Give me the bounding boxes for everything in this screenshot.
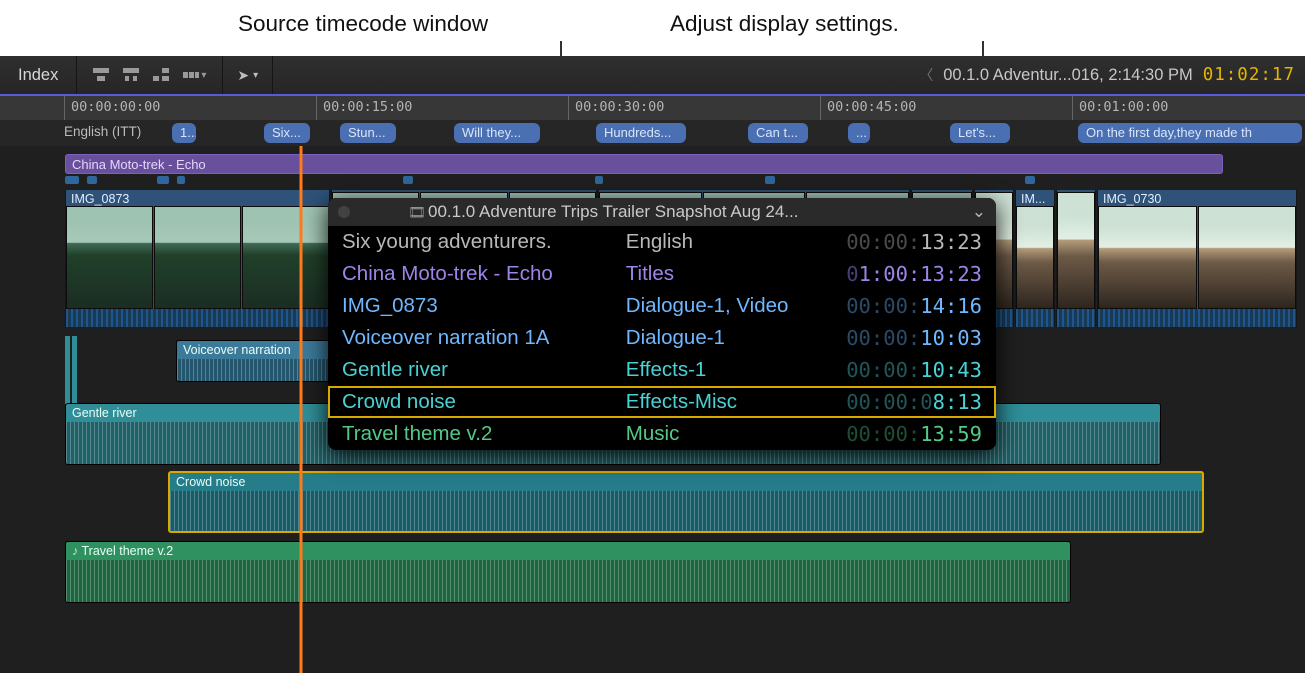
popup-header[interactable]: 🎞 00.1.0 Adventure Trips Trailer Snapsho… [328,198,996,226]
clip-name: Crowd noise [328,386,612,418]
waveform [66,560,1070,602]
waveform [170,491,1202,531]
thumbnail [1016,206,1054,309]
ruler-tick: 00:00:45:00 [820,96,922,120]
timecode-row[interactable]: Gentle riverEffects-100:00:10:43 [328,354,996,386]
timecode-row[interactable]: IMG_0873Dialogue-1, Video00:00:14:16 [328,290,996,322]
popup-title: 00.1.0 Adventure Trips Trailer Snapshot … [428,202,952,222]
clip-label: IMG_0730 [1098,190,1296,206]
video-clip[interactable]: IM... [1015,190,1055,327]
caption-chip[interactable]: Stun... [340,123,396,143]
timeline-toolbar: Index ▾ ➤ ▾ 〈 00.1.0 Adventur...016, 2:1… [0,56,1305,96]
connect-clip-icon[interactable] [93,68,109,82]
waveform [66,309,329,327]
ruler-tick: 00:01:00:00 [1072,96,1174,120]
captions-lane: English (ITT) 1... Six... Stun... Will they… [0,120,1305,146]
caption-chip[interactable]: Will they... [454,123,540,143]
ruler-tick: 00:00:15:00 [316,96,418,120]
role-name: Effects-Misc [612,386,832,418]
timecode-row[interactable]: China Moto-trek - EchoTitles01:00:13:23 [328,258,996,290]
project-timecode[interactable]: 01:02:17 [1203,65,1295,85]
append-clip-icon[interactable] [153,68,169,82]
thumbnail [66,206,153,309]
clip-label: Crowd noise [170,473,1202,491]
thumbnail [1098,206,1197,309]
role-name: Dialogue-1 [612,322,832,354]
video-clip[interactable]: IMG_0730 [1097,190,1297,327]
chevron-down-icon: ▾ [253,70,258,81]
clip-edge [72,336,77,404]
waveform [1016,309,1054,327]
thumbnail [1198,206,1297,309]
close-icon[interactable] [338,206,350,218]
video-clip[interactable]: IMG_0873 [65,190,330,327]
callout-display: Adjust display settings. [670,11,899,37]
role-name: Titles [612,258,832,290]
clip-name: Gentle river [328,354,612,386]
source-timecode-window[interactable]: 🎞 00.1.0 Adventure Trips Trailer Snapsho… [328,198,996,450]
project-name[interactable]: 00.1.0 Adventur...016, 2:14:30 PM [943,66,1193,85]
caption-chip[interactable]: Hundreds... [596,123,686,143]
toolbar-right: 〈 00.1.0 Adventur...016, 2:14:30 PM 01:0… [919,65,1301,85]
callout-source-tc: Source timecode window [238,11,488,37]
role-name: Dialogue-1, Video [612,290,832,322]
clip-name: IMG_0873 [328,290,612,322]
caption-chip[interactable]: 1... [172,123,196,143]
time-ruler[interactable]: 00:00:00:00 00:00:15:00 00:00:30:00 00:00:4… [0,96,1305,120]
source-timecode: 01:00:13:23 [832,258,996,290]
overwrite-clip-icon[interactable]: ▾ [183,68,206,82]
thumbnail [242,206,329,309]
insert-clip-icon[interactable] [123,68,139,82]
prev-project-icon[interactable]: 〈 [919,65,933,85]
waveform [1057,309,1095,327]
pointer-icon: ➤ [237,67,249,84]
clip-edge [65,336,70,404]
playhead[interactable] [300,146,302,673]
caption-chip[interactable]: Six... [264,123,310,143]
role-name: Effects-1 [612,354,832,386]
source-timecode-table: Six young adventurers.English00:00:13:23… [328,226,996,450]
layout-tool-group: ▾ [77,56,223,94]
caption-language: English (ITT) [64,124,141,139]
clip-name: Travel theme v.2 [328,418,612,450]
source-timecode: 00:00:14:16 [832,290,996,322]
clip-label: IMG_0873 [66,190,329,206]
select-tool[interactable]: ➤ ▾ [223,56,273,94]
clip-name: Six young adventurers. [328,226,612,258]
source-timecode: 00:00:08:13 [832,386,996,418]
caption-chip[interactable]: Let's... [950,123,1010,143]
thumbnail [154,206,241,309]
audio-clip-travel-theme[interactable]: ♪ Travel theme v.2 [65,541,1071,603]
index-button[interactable]: Index [0,56,77,94]
roles-strip [65,176,1223,184]
clip-name: China Moto-trek - Echo [328,258,612,290]
ruler-tick: 00:00:00:00 [64,96,166,120]
timecode-row[interactable]: Travel theme v.2Music00:00:13:59 [328,418,996,450]
clip-label: ♪ Travel theme v.2 [66,542,1070,560]
source-timecode: 00:00:13:23 [832,226,996,258]
role-name: English [612,226,832,258]
caption-chip[interactable]: ... [848,123,870,143]
waveform [1098,309,1296,327]
filmstrip-icon: 🎞 [408,204,426,221]
thumbnail [1057,192,1095,309]
title-clip[interactable]: China Moto-trek - Echo [65,154,1223,174]
source-timecode: 00:00:13:59 [832,418,996,450]
caption-chip[interactable]: On the first day,they made th [1078,123,1302,143]
timecode-row[interactable]: Voiceover narration 1ADialogue-100:00:10… [328,322,996,354]
video-clip[interactable] [1056,190,1096,327]
clip-name: Voiceover narration 1A [328,322,612,354]
role-name: Music [612,418,832,450]
ruler-tick: 00:00:30:00 [568,96,670,120]
timecode-row[interactable]: Six young adventurers.English00:00:13:23 [328,226,996,258]
timecode-row[interactable]: Crowd noiseEffects-Misc00:00:08:13 [328,386,996,418]
source-timecode: 00:00:10:03 [832,322,996,354]
clip-label: IM... [1016,190,1054,206]
source-timecode: 00:00:10:43 [832,354,996,386]
audio-clip-crowd-noise[interactable]: Crowd noise [168,471,1204,533]
caption-chip[interactable]: Can t... [748,123,808,143]
display-settings-chevron-icon[interactable]: ⌄ [972,202,986,222]
